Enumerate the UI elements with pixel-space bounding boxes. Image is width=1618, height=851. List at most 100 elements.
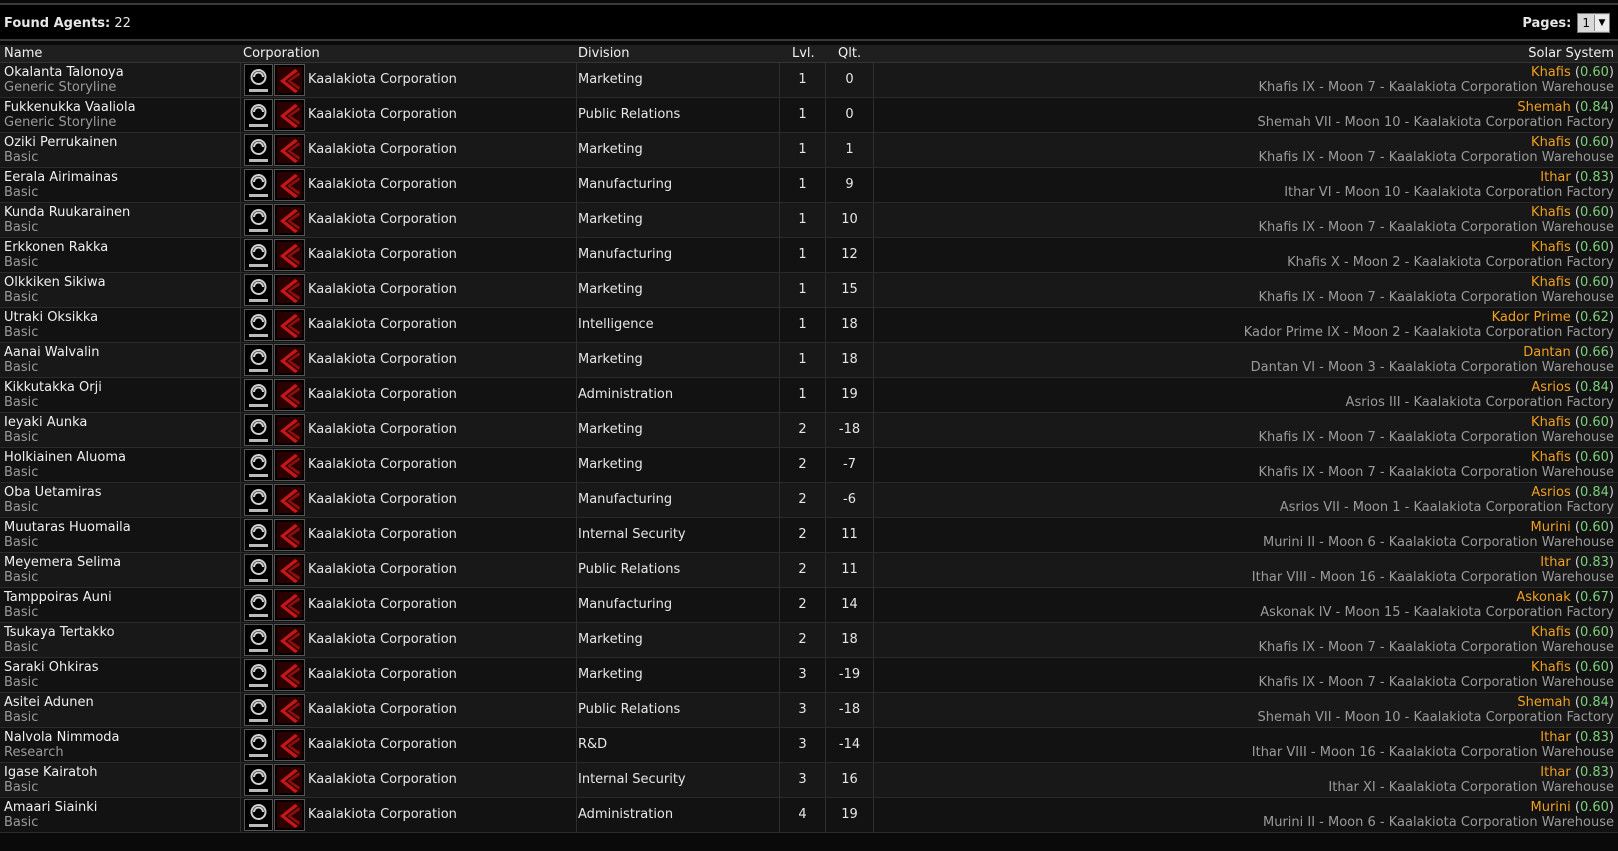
table-row[interactable]: Oba Uetamiras Basic Kaalakiota Corporation…	[0, 483, 1618, 518]
corporation-link[interactable]: Kaalakiota Corporation	[308, 527, 457, 542]
solar-system-link[interactable]: Ithar	[1540, 555, 1570, 570]
agent-name-link[interactable]: Saraki Ohkiras	[4, 660, 99, 675]
agent-name-link[interactable]: Amaari Siainki	[4, 800, 97, 815]
table-row[interactable]: Olkkiken Sikiwa Basic Kaalakiota Corporati…	[0, 273, 1618, 308]
corporation-link[interactable]: Kaalakiota Corporation	[308, 142, 457, 157]
table-row[interactable]: Kunda Ruukarainen Basic Kaalakiota Corpora…	[0, 203, 1618, 238]
corporation-link[interactable]: Kaalakiota Corporation	[308, 282, 457, 297]
station-name[interactable]: Murini II - Moon 6 - Kaalakiota Corporat…	[1263, 535, 1614, 550]
agent-name-link[interactable]: Kikkutakka Orji	[4, 380, 102, 395]
agent-name-link[interactable]: Aanai Walvalin	[4, 345, 100, 360]
solar-system-link[interactable]: Khafis	[1531, 625, 1571, 640]
solar-system-link[interactable]: Asrios	[1531, 485, 1570, 500]
corporation-link[interactable]: Kaalakiota Corporation	[308, 667, 457, 682]
agent-name-link[interactable]: Utraki Oksikka	[4, 310, 98, 325]
solar-system-link[interactable]: Ithar	[1540, 765, 1570, 780]
agent-name-link[interactable]: Olkkiken Sikiwa	[4, 275, 106, 290]
agent-name-link[interactable]: Asitei Adunen	[4, 695, 94, 710]
station-name[interactable]: Murini II - Moon 6 - Kaalakiota Corporat…	[1263, 815, 1614, 830]
agent-name-link[interactable]: Holkiainen Aluoma	[4, 450, 126, 465]
corporation-link[interactable]: Kaalakiota Corporation	[308, 422, 457, 437]
corporation-link[interactable]: Kaalakiota Corporation	[308, 177, 457, 192]
table-row[interactable]: Asitei Adunen Basic Kaalakiota Corporation…	[0, 693, 1618, 728]
table-row[interactable]: Kikkutakka Orji Basic Kaalakiota Corporati…	[0, 378, 1618, 413]
table-row[interactable]: Holkiainen Aluoma Basic Kaalakiota Corpora…	[0, 448, 1618, 483]
table-row[interactable]: Aanai Walvalin Basic Kaalakiota Corporatio…	[0, 343, 1618, 378]
solar-system-link[interactable]: Khafis	[1531, 275, 1571, 290]
station-name[interactable]: Dantan VI - Moon 3 - Kaalakiota Corporat…	[1251, 360, 1614, 375]
station-name[interactable]: Ithar VIII - Moon 16 - Kaalakiota Corpor…	[1252, 745, 1614, 760]
solar-system-link[interactable]: Ithar	[1540, 170, 1570, 185]
station-name[interactable]: Khafis IX - Moon 7 - Kaalakiota Corporat…	[1258, 150, 1614, 165]
table-row[interactable]: Okalanta Talonoya Generic Storyline Kaalak…	[0, 63, 1618, 98]
station-name[interactable]: Kador Prime IX - Moon 2 - Kaalakiota Cor…	[1244, 325, 1614, 340]
station-name[interactable]: Asrios VII - Moon 1 - Kaalakiota Corpora…	[1280, 500, 1614, 515]
corporation-link[interactable]: Kaalakiota Corporation	[308, 107, 457, 122]
corporation-link[interactable]: Kaalakiota Corporation	[308, 492, 457, 507]
station-name[interactable]: Ithar XI - Kaalakiota Corporation Wareho…	[1328, 780, 1614, 795]
agent-name-link[interactable]: Tsukaya Tertakko	[4, 625, 115, 640]
corporation-link[interactable]: Kaalakiota Corporation	[308, 247, 457, 262]
agent-name-link[interactable]: Oba Uetamiras	[4, 485, 102, 500]
table-row[interactable]: Eerala Airimainas Basic Kaalakiota Corpora…	[0, 168, 1618, 203]
station-name[interactable]: Askonak IV - Moon 15 - Kaalakiota Corpor…	[1260, 605, 1614, 620]
agent-name-link[interactable]: Fukkenukka Vaaliola	[4, 100, 136, 115]
solar-system-link[interactable]: Kador Prime	[1492, 310, 1571, 325]
chevron-down-icon[interactable]: ▼	[1594, 15, 1609, 31]
station-name[interactable]: Khafis IX - Moon 7 - Kaalakiota Corporat…	[1258, 80, 1614, 95]
pages-dropdown[interactable]: 1 ▼	[1577, 13, 1610, 33]
column-header-level[interactable]: Lvl.	[792, 46, 815, 61]
agent-name-link[interactable]: Ieyaki Aunka	[4, 415, 87, 430]
corporation-link[interactable]: Kaalakiota Corporation	[308, 72, 457, 87]
table-row[interactable]: Erkkonen Rakka Basic Kaalakiota Corporatio…	[0, 238, 1618, 273]
solar-system-link[interactable]: Shemah	[1517, 100, 1570, 115]
table-row[interactable]: Ieyaki Aunka Basic Kaalakiota Corporation M…	[0, 413, 1618, 448]
column-header-quality[interactable]: Qlt.	[838, 46, 861, 61]
station-name[interactable]: Khafis X - Moon 2 - Kaalakiota Corporati…	[1287, 255, 1614, 270]
solar-system-link[interactable]: Ithar	[1540, 730, 1570, 745]
solar-system-link[interactable]: Khafis	[1531, 660, 1571, 675]
agent-name-link[interactable]: Eerala Airimainas	[4, 170, 118, 185]
solar-system-link[interactable]: Khafis	[1531, 205, 1571, 220]
agent-name-link[interactable]: Meyemera Selima	[4, 555, 121, 570]
agent-name-link[interactable]: Oziki Perrukainen	[4, 135, 117, 150]
station-name[interactable]: Khafis IX - Moon 7 - Kaalakiota Corporat…	[1258, 220, 1614, 235]
corporation-link[interactable]: Kaalakiota Corporation	[308, 597, 457, 612]
table-row[interactable]: Igase Kairatoh Basic Kaalakiota Corporatio…	[0, 763, 1618, 798]
column-header-corporation[interactable]: Corporation	[243, 46, 320, 61]
station-name[interactable]: Khafis IX - Moon 7 - Kaalakiota Corporat…	[1258, 640, 1614, 655]
table-row[interactable]: Amaari Siainki Basic Kaalakiota Corporatio…	[0, 798, 1618, 833]
corporation-link[interactable]: Kaalakiota Corporation	[308, 562, 457, 577]
agent-name-link[interactable]: Okalanta Talonoya	[4, 65, 124, 80]
corporation-link[interactable]: Kaalakiota Corporation	[308, 387, 457, 402]
table-row[interactable]: Fukkenukka Vaaliola Generic Storyline Kaal…	[0, 98, 1618, 133]
station-name[interactable]: Asrios III - Kaalakiota Corporation Fact…	[1346, 395, 1614, 410]
agent-name-link[interactable]: Muutaras Huomaila	[4, 520, 131, 535]
corporation-link[interactable]: Kaalakiota Corporation	[308, 317, 457, 332]
station-name[interactable]: Khafis IX - Moon 7 - Kaalakiota Corporat…	[1258, 430, 1614, 445]
solar-system-link[interactable]: Murini	[1530, 520, 1570, 535]
corporation-link[interactable]: Kaalakiota Corporation	[308, 702, 457, 717]
column-header-name[interactable]: Name	[4, 46, 42, 61]
table-row[interactable]: Meyemera Selima Basic Kaalakiota Corporati…	[0, 553, 1618, 588]
solar-system-link[interactable]: Khafis	[1531, 240, 1571, 255]
solar-system-link[interactable]: Khafis	[1531, 415, 1571, 430]
corporation-link[interactable]: Kaalakiota Corporation	[308, 352, 457, 367]
station-name[interactable]: Shemah VII - Moon 10 - Kaalakiota Corpor…	[1257, 115, 1614, 130]
agent-name-link[interactable]: Tamppoiras Auni	[4, 590, 112, 605]
column-header-solar-system[interactable]: Solar System	[1528, 46, 1614, 61]
station-name[interactable]: Ithar VI - Moon 10 - Kaalakiota Corporat…	[1284, 185, 1614, 200]
table-row[interactable]: Tamppoiras Auni Basic Kaalakiota Corporati…	[0, 588, 1618, 623]
solar-system-link[interactable]: Khafis	[1531, 450, 1571, 465]
agent-name-link[interactable]: Igase Kairatoh	[4, 765, 97, 780]
table-row[interactable]: Nalvola Nimmoda Research Kaalakiota Corpor…	[0, 728, 1618, 763]
solar-system-link[interactable]: Dantan	[1523, 345, 1571, 360]
solar-system-link[interactable]: Shemah	[1517, 695, 1570, 710]
station-name[interactable]: Ithar VIII - Moon 16 - Kaalakiota Corpor…	[1252, 570, 1614, 585]
corporation-link[interactable]: Kaalakiota Corporation	[308, 772, 457, 787]
agent-name-link[interactable]: Erkkonen Rakka	[4, 240, 108, 255]
agent-name-link[interactable]: Nalvola Nimmoda	[4, 730, 120, 745]
solar-system-link[interactable]: Murini	[1530, 800, 1570, 815]
solar-system-link[interactable]: Askonak	[1516, 590, 1570, 605]
solar-system-link[interactable]: Asrios	[1531, 380, 1570, 395]
